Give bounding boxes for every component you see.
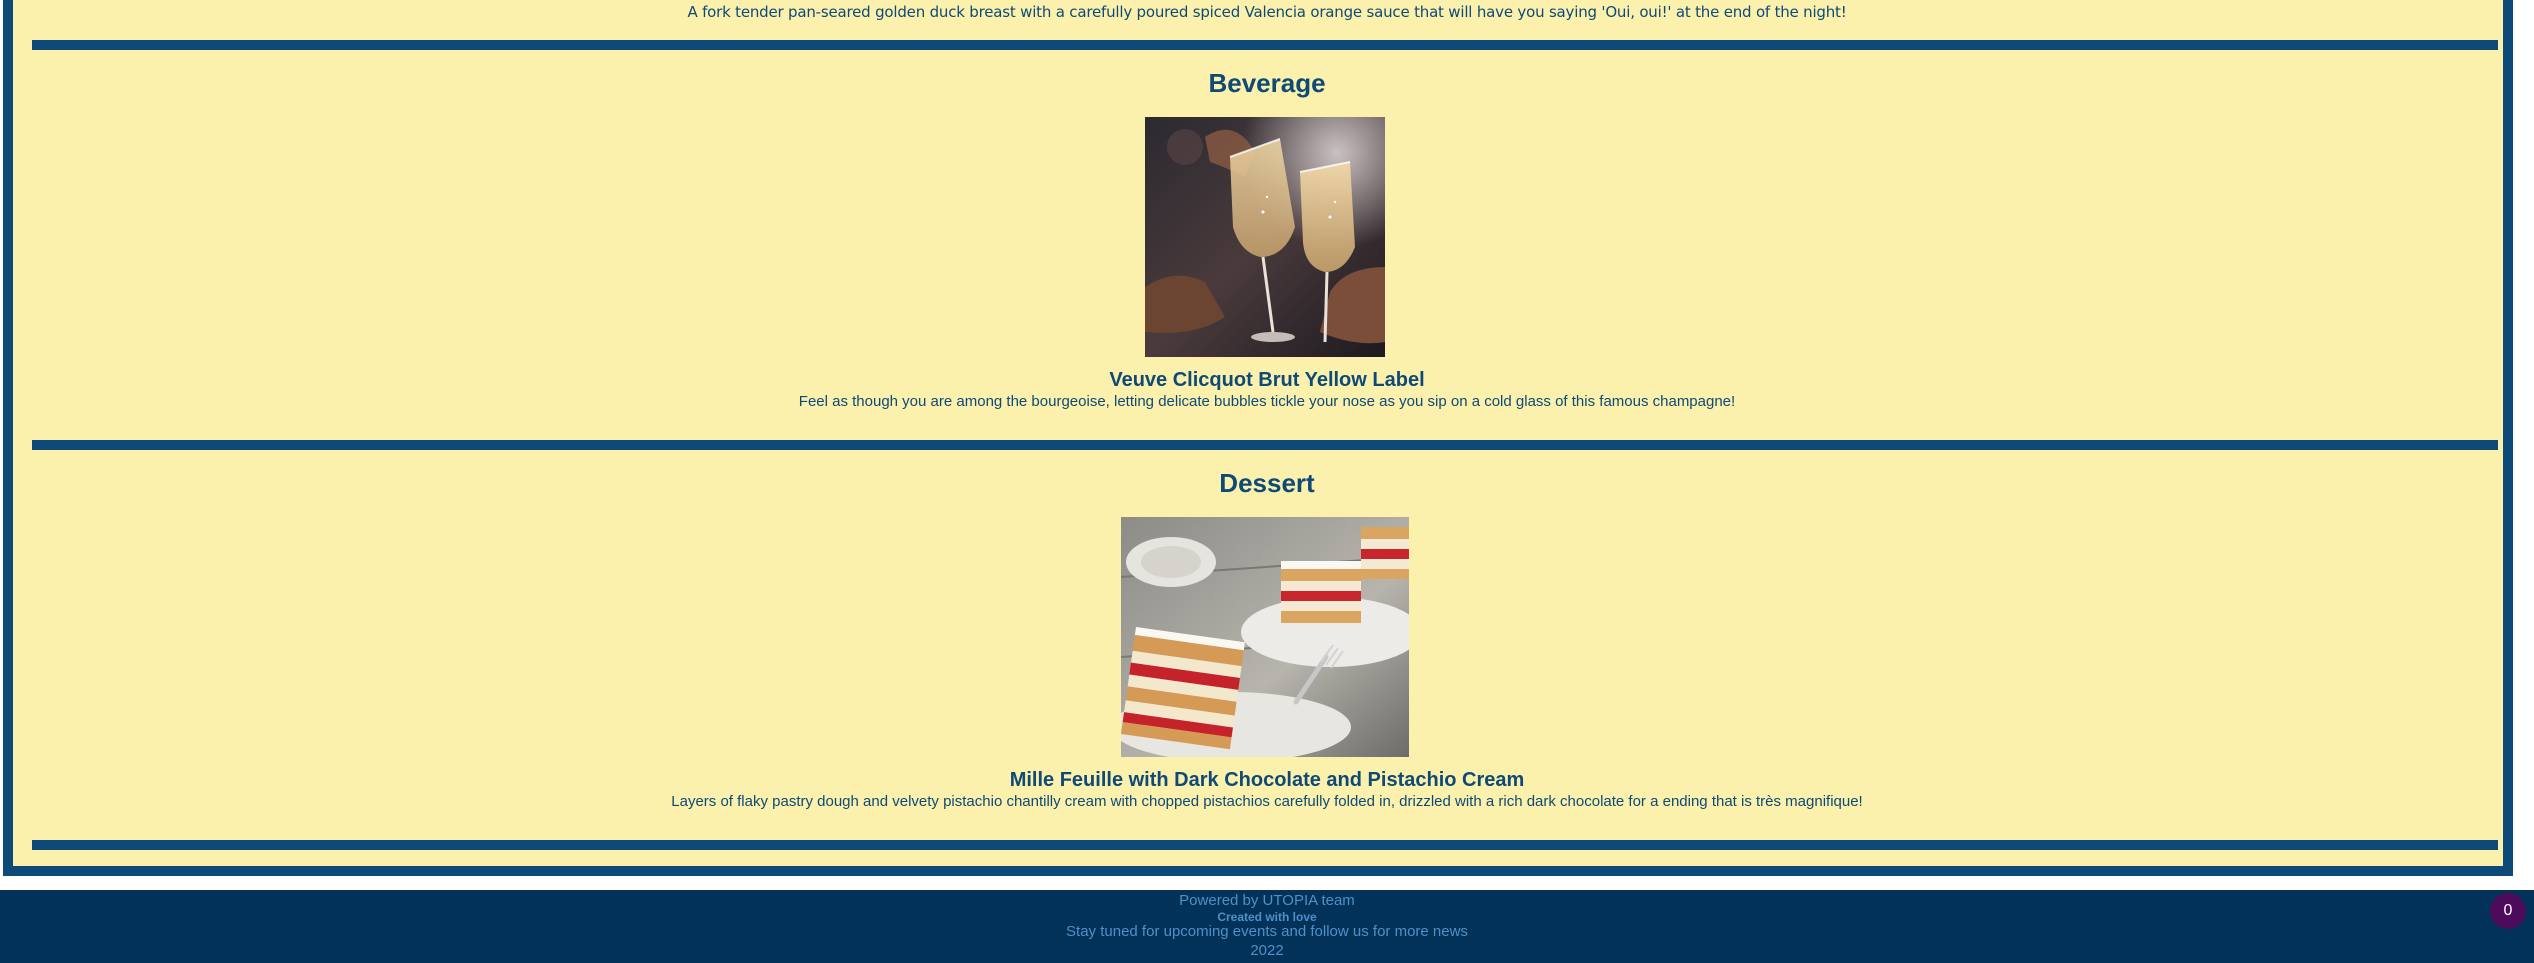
section-divider [32,840,2498,850]
beverage-dish-name: Veuve Clicquot Brut Yellow Label [1109,369,1425,391]
section-title-beverage: Beverage [1208,68,1326,98]
section-divider [32,440,2498,450]
beverage-dish-description: Feel as though you are among the bourgeo… [798,393,1736,410]
section-title-dessert: Dessert [1219,468,1315,498]
section-divider [32,40,2498,50]
page-footer: Powered by UTOPIA team Created with love… [0,890,2534,963]
footer-powered-by: Powered by UTOPIA team [1179,892,1355,909]
cart-count-badge[interactable]: 0 [2490,893,2526,929]
beverage-photo [1145,117,1385,357]
dessert-dish-name: Mille Feuille with Dark Chocolate and Pi… [1009,769,1525,791]
previous-dish-description: A fork tender pan-seared golden duck bre… [687,3,1847,21]
footer-follow-text: Stay tuned for upcoming events and follo… [1066,923,1468,940]
dessert-photo [1121,517,1409,757]
dessert-dish-description: Layers of flaky pastry dough and velvety… [671,793,1863,810]
footer-created-with: Created with love [1217,910,1317,924]
footer-year: 2022 [1250,942,1284,959]
